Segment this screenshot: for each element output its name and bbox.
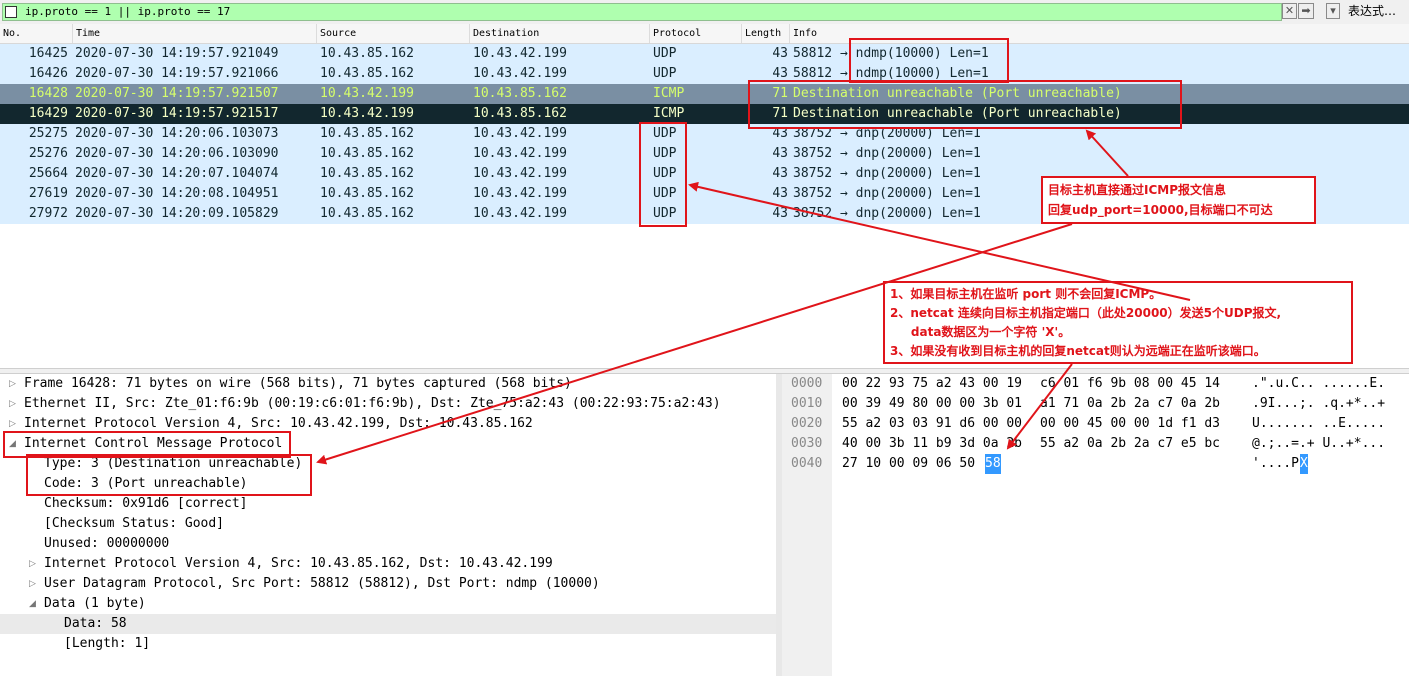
arrow-to-udp-protocol bbox=[688, 181, 1191, 301]
arrow-to-byte-58 bbox=[1006, 363, 1073, 450]
annotation-arrows bbox=[316, 129, 1191, 465]
arrow-to-icmp-info bbox=[1085, 129, 1129, 177]
arrow-to-type-code bbox=[316, 223, 1073, 465]
